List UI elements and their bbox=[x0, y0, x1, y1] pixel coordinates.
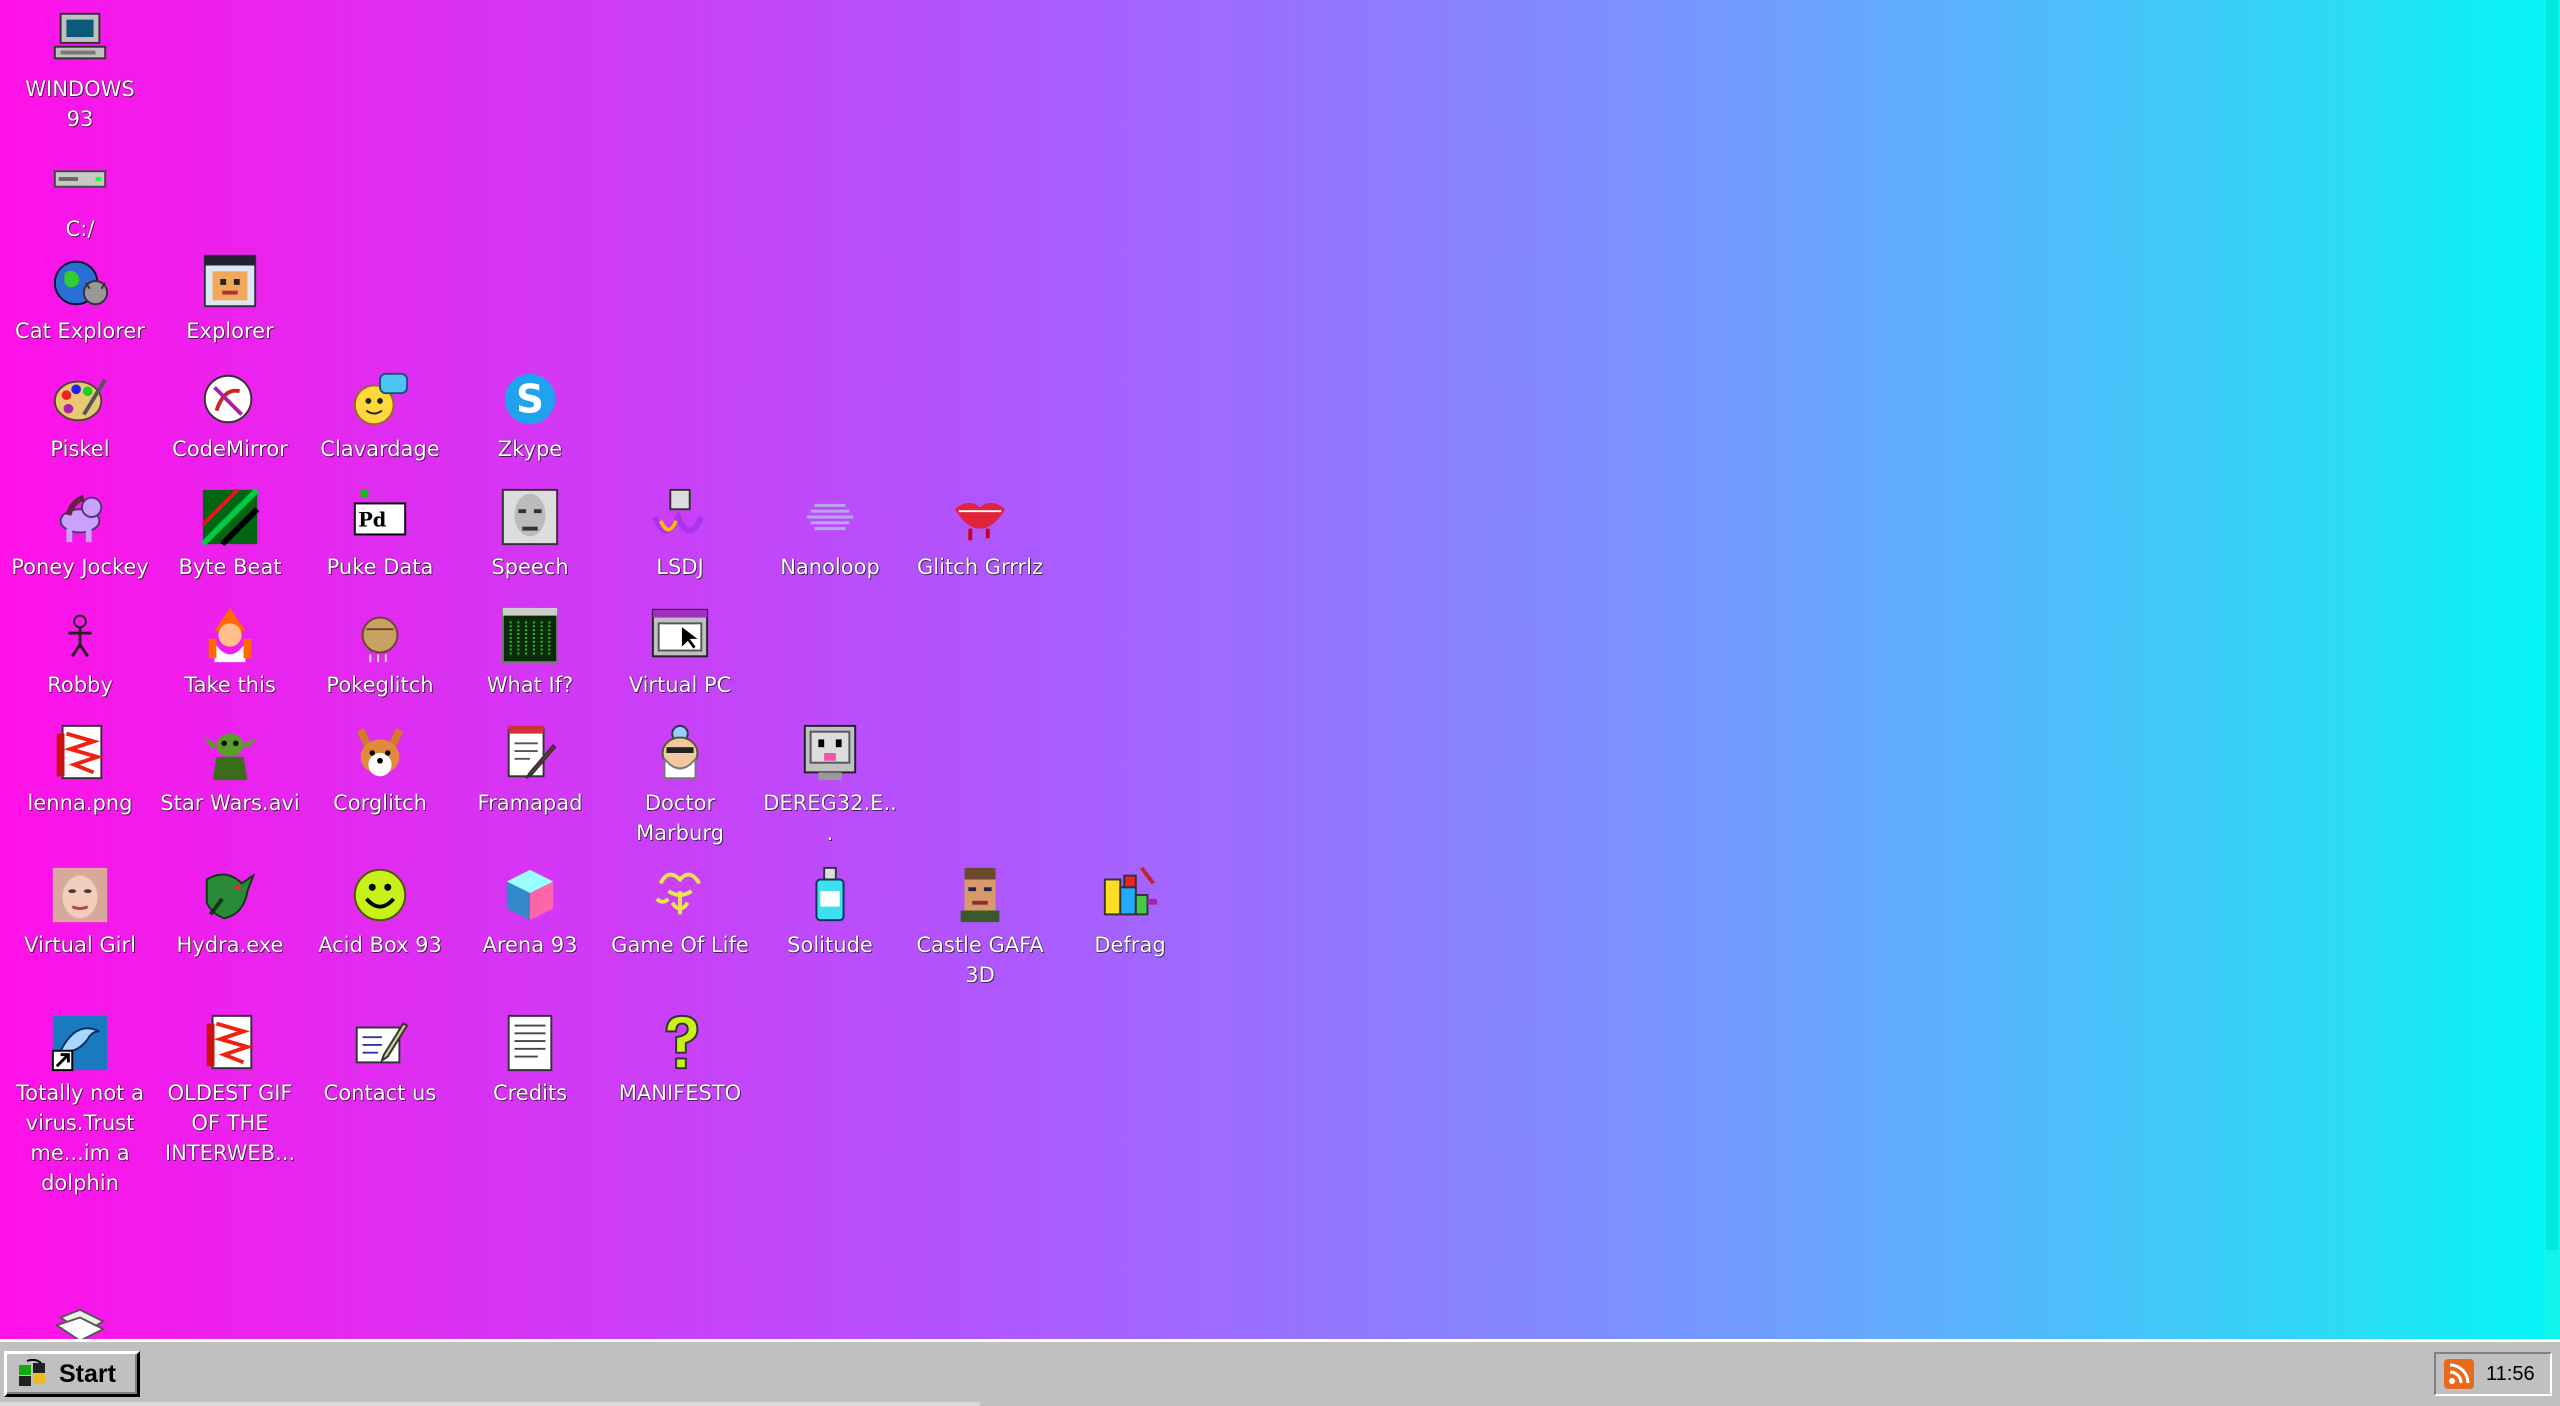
life-pattern-icon bbox=[649, 864, 711, 926]
cat-globe-icon bbox=[49, 250, 111, 312]
explorer-window-icon bbox=[199, 250, 261, 312]
acid-smiley-icon bbox=[349, 864, 411, 926]
dolphin-shortcut-icon bbox=[49, 1012, 111, 1074]
lsdj-icon bbox=[649, 486, 711, 548]
start-label: Start bbox=[59, 1359, 116, 1388]
defrag-blocks-icon bbox=[1099, 864, 1161, 926]
desktop-icon-doctor-marburg[interactable]: Doctor Marburg bbox=[610, 722, 750, 848]
desktop-icon-papers[interactable] bbox=[10, 1302, 150, 1339]
desktop-icon-what-if[interactable]: What If? bbox=[460, 604, 600, 700]
desktop-icon-piskel[interactable]: Piskel bbox=[10, 368, 150, 464]
desktop-scrollbar[interactable] bbox=[2544, 0, 2560, 1339]
pd-flag-icon: Pd bbox=[349, 486, 411, 548]
desktop-icon-clavardage[interactable]: Clavardage bbox=[310, 368, 450, 464]
terminal-window-icon bbox=[499, 604, 561, 666]
system-tray: 11:56 bbox=[2434, 1352, 2552, 1396]
computer-icon bbox=[49, 8, 111, 70]
nanoloop-icon bbox=[799, 486, 861, 548]
desktop-icon-framapad[interactable]: Framapad bbox=[460, 722, 600, 818]
rss-icon[interactable] bbox=[2444, 1359, 2474, 1389]
desktop-icon-arena93[interactable]: Arena 93 bbox=[460, 864, 600, 960]
red-image-file-icon bbox=[49, 722, 111, 784]
pokeball-icon bbox=[349, 604, 411, 666]
letter-icon bbox=[349, 1012, 411, 1074]
desktop-icon-hydra[interactable]: Hydra.exe bbox=[160, 864, 300, 960]
notepad-pen-icon bbox=[499, 722, 561, 784]
pony-icon bbox=[49, 486, 111, 548]
bottle-icon bbox=[799, 864, 861, 926]
cube-icon bbox=[499, 864, 561, 926]
red-image-file-icon bbox=[199, 1012, 261, 1074]
svg-text:S: S bbox=[516, 378, 544, 423]
desktop-icon-oldest-gif[interactable]: OLDEST GIF OF THE INTERWEB... bbox=[160, 1012, 300, 1168]
desktop-icon-lsdj[interactable]: LSDJ bbox=[610, 486, 750, 582]
robot-stick-icon bbox=[49, 604, 111, 666]
desktop-icon-corglitch[interactable]: Corglitch bbox=[310, 722, 450, 818]
desktop-icon-contact-us[interactable]: Contact us bbox=[310, 1012, 450, 1108]
desktop-icon-acid-box[interactable]: Acid Box 93 bbox=[310, 864, 450, 960]
desktop-icon-poney-jockey[interactable]: Poney Jockey bbox=[10, 486, 150, 582]
desktop-icon-dereg32[interactable]: DEREG32.E... bbox=[760, 722, 900, 848]
desktop-icon-c-drive[interactable]: C:/ bbox=[10, 148, 150, 244]
yoda-icon bbox=[199, 722, 261, 784]
drive-icon bbox=[49, 148, 111, 210]
face-icon bbox=[499, 486, 561, 548]
svg-text:Pd: Pd bbox=[358, 509, 387, 532]
desktop-icon-castle-gafa[interactable]: Castle GAFA 3D bbox=[910, 864, 1050, 990]
desktop-icon-solitude[interactable]: Solitude bbox=[760, 864, 900, 960]
desktop-icon-cat-explorer[interactable]: Cat Explorer bbox=[10, 250, 150, 346]
corgi-icon bbox=[349, 722, 411, 784]
taskbar: Start 11:56 bbox=[0, 1339, 2560, 1406]
papers-icon bbox=[49, 1302, 111, 1339]
desktop-icon-zkype[interactable]: S Zkype bbox=[460, 368, 600, 464]
desktop: WINDOWS 93 C:/ Cat Explorer Explorer Pis… bbox=[0, 0, 2560, 1339]
desktop-icon-take-this[interactable]: Take this bbox=[160, 604, 300, 700]
desktop-icon-virtual-girl[interactable]: Virtual Girl bbox=[10, 864, 150, 960]
bytebeat-icon bbox=[199, 486, 261, 548]
desktop-icon-codemirror[interactable]: CodeMirror bbox=[160, 368, 300, 464]
desktop-icon-byte-beat[interactable]: Byte Beat bbox=[160, 486, 300, 582]
girl-face-icon bbox=[49, 864, 111, 926]
wizard-icon bbox=[199, 604, 261, 666]
taskbar-bottom-edge bbox=[0, 1402, 980, 1406]
doctor-icon bbox=[649, 722, 711, 784]
question-mark-icon bbox=[649, 1012, 711, 1074]
lips-icon bbox=[949, 486, 1011, 548]
start-button[interactable]: Start bbox=[4, 1351, 140, 1397]
dragon-icon bbox=[199, 864, 261, 926]
desktop-icon-speech[interactable]: Speech bbox=[460, 486, 600, 582]
scrollbar-thumb[interactable] bbox=[2546, 0, 2558, 1250]
desktop-icon-virtual-pc[interactable]: Virtual PC bbox=[610, 604, 750, 700]
desktop-icon-puke-data[interactable]: Pd Puke Data bbox=[310, 486, 450, 582]
window-cursor-icon bbox=[649, 604, 711, 666]
desktop-icon-lenna[interactable]: lenna.png bbox=[10, 722, 150, 818]
zkype-icon: S bbox=[499, 368, 561, 430]
clock: 11:56 bbox=[2486, 1362, 2535, 1385]
desktop-icon-explorer[interactable]: Explorer bbox=[160, 250, 300, 346]
desktop-icon-defrag[interactable]: Defrag bbox=[1060, 864, 1200, 960]
desktop-icon-star-wars[interactable]: Star Wars.avi bbox=[160, 722, 300, 818]
desktop-icon-dolphin[interactable]: Totally not a virus.Trust me...im a dolp… bbox=[10, 1012, 150, 1198]
desktop-icon-game-of-life[interactable]: Game Of Life bbox=[610, 864, 750, 960]
desktop-icon-manifesto[interactable]: MANIFESTO bbox=[610, 1012, 750, 1108]
desktop-icon-robby[interactable]: Robby bbox=[10, 604, 150, 700]
desktop-icon-glitch-grrrlz[interactable]: Glitch Grrrlz bbox=[910, 486, 1050, 582]
text-document-icon bbox=[499, 1012, 561, 1074]
palette-icon bbox=[49, 368, 111, 430]
codemirror-icon bbox=[199, 368, 261, 430]
chat-smiley-icon bbox=[349, 368, 411, 430]
desktop-icon-pokeglitch[interactable]: Pokeglitch bbox=[310, 604, 450, 700]
desktop-icon-credits[interactable]: Credits bbox=[460, 1012, 600, 1108]
desktop-icon-nanoloop[interactable]: Nanoloop bbox=[760, 486, 900, 582]
monitor-face-icon bbox=[799, 722, 861, 784]
soldier-face-icon bbox=[949, 864, 1011, 926]
desktop-icon-windows93[interactable]: WINDOWS 93 bbox=[10, 8, 150, 134]
windows93-logo-icon bbox=[19, 1359, 45, 1386]
